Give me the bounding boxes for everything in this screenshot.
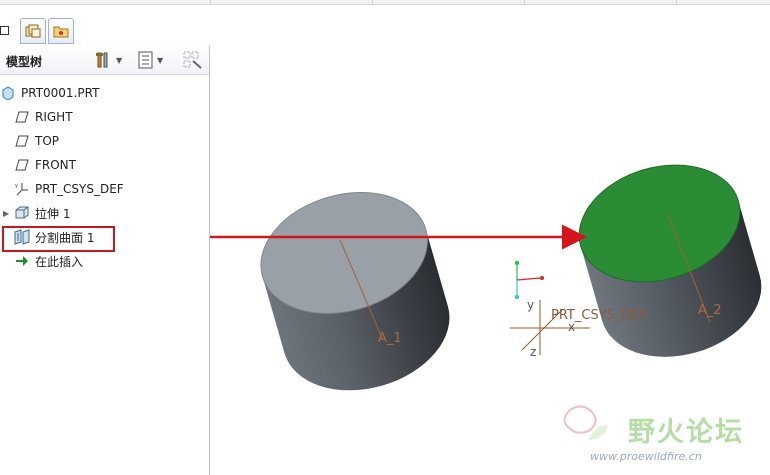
- right-cylinder[interactable]: [565, 147, 770, 375]
- tree-item-label: 拉伸 1: [35, 206, 71, 221]
- model-tree-header: 模型树 ▼ ▼: [0, 46, 209, 75]
- tree-item-label: TOP: [35, 134, 60, 148]
- model-tree-panel: 模型树 ▼ ▼ PRT0001.PRT RIGHT TOP FRONT y PR…: [0, 46, 210, 475]
- graphics-viewport[interactable]: A_1 A_2 PRT_CSYS_DEF y x z: [210, 4, 770, 475]
- settings-icon: [96, 52, 108, 68]
- tree-item-label: PRT0001.PRT: [21, 86, 100, 100]
- tree-item-extrude[interactable]: ▶ 拉伸 1: [0, 202, 209, 224]
- part-icon: [0, 85, 16, 101]
- tab-folder-browser[interactable]: [48, 18, 74, 44]
- watermark-logo: [563, 405, 608, 440]
- tree-item-insert-here[interactable]: 在此插入: [14, 250, 209, 272]
- view-triad: [514, 260, 544, 300]
- tree-item-csys[interactable]: y PRT_CSYS_DEF: [14, 178, 209, 200]
- folder-icon: [53, 26, 69, 38]
- tree-item-label: PRT_CSYS_DEF: [35, 182, 124, 196]
- svg-text:y: y: [15, 183, 18, 189]
- layers-icon: [25, 24, 41, 38]
- csys-label: PRT_CSYS_DEF: [551, 308, 647, 323]
- settings-dropdown[interactable]: ▼: [95, 51, 122, 69]
- csys-y-label: y: [527, 298, 534, 312]
- navigator-collapse-icon[interactable]: [0, 26, 9, 35]
- tab-model-tree[interactable]: [20, 18, 46, 44]
- columns-button[interactable]: [183, 51, 203, 69]
- highlight-box: [2, 226, 115, 252]
- tree-filter-dropdown[interactable]: ▼: [138, 51, 163, 69]
- watermark-url: www.proewildfire.cn: [590, 450, 702, 463]
- axis-a2-label: A_2: [698, 303, 722, 318]
- insert-here-arrow-icon: [14, 253, 30, 269]
- datum-plane-icon: [14, 157, 30, 173]
- csys-z-label: z: [530, 345, 536, 359]
- watermark-text: 野火论坛: [628, 417, 744, 448]
- expand-arrow-icon[interactable]: ▶: [3, 209, 9, 218]
- model-tree-title: 模型树: [6, 55, 43, 69]
- left-cylinder[interactable]: [246, 174, 463, 409]
- datum-plane-icon: [14, 133, 30, 149]
- csys-icon: y: [14, 181, 30, 197]
- tree-item-top-plane[interactable]: TOP: [14, 130, 209, 152]
- tree-item-right-plane[interactable]: RIGHT: [14, 106, 209, 128]
- extrude-icon: [14, 205, 30, 221]
- navigator-tabs: [0, 12, 210, 46]
- columns-icon: [183, 51, 202, 69]
- tree-item-label: FRONT: [35, 158, 76, 172]
- tree-item-label: RIGHT: [35, 110, 73, 124]
- tree-item-label: 在此插入: [35, 254, 84, 269]
- tree-item-part[interactable]: PRT0001.PRT: [0, 82, 209, 104]
- tree-item-front-plane[interactable]: FRONT: [14, 154, 209, 176]
- datum-plane-icon: [14, 109, 30, 125]
- axis-a1-label: A_1: [378, 331, 402, 346]
- tree-filter-icon: [138, 51, 153, 69]
- csys-x-label: x: [568, 320, 575, 334]
